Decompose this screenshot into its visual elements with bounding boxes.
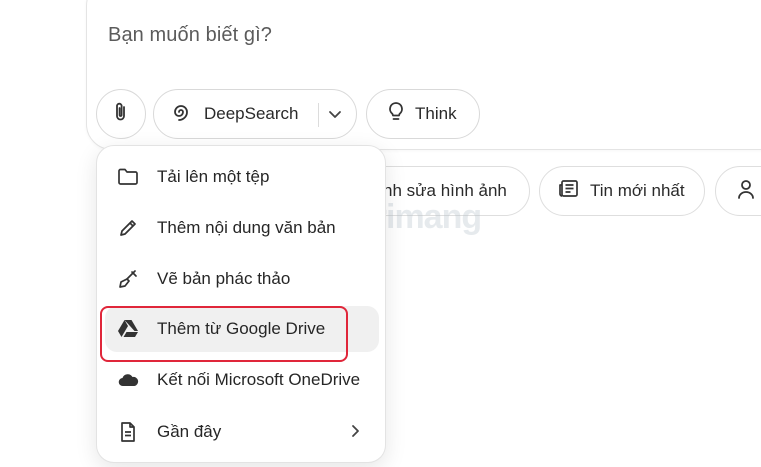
think-label: Think (415, 104, 457, 123)
onedrive-cloud-icon (117, 369, 139, 391)
suggestion-latest-news-label: Tin mới nhất (590, 181, 685, 200)
menu-item-google-drive[interactable]: Thêm từ Google Drive (105, 306, 379, 352)
deepsearch-divider (318, 103, 319, 127)
suggestion-edit-image-label: nh sửa hình ảnh (383, 181, 507, 200)
google-drive-icon (117, 318, 139, 340)
think-button[interactable]: Think (366, 89, 480, 139)
suggestion-latest-news[interactable]: Tin mới nhất (539, 166, 705, 216)
menu-item-label: Gần đây (157, 422, 222, 441)
person-icon (736, 178, 756, 205)
pencil-icon (117, 217, 139, 239)
attach-menu: Tải lên một tệp Thêm nội dung văn bản Vẽ… (96, 145, 386, 463)
menu-item-label: Thêm nội dung văn bản (157, 218, 336, 237)
deepsearch-label: DeepSearch (204, 104, 299, 123)
suggestion-person[interactable] (715, 166, 761, 216)
spiral-icon (170, 101, 192, 128)
paperclip-icon (111, 101, 131, 128)
newspaper-icon (558, 179, 580, 204)
menu-item-recent[interactable]: Gần đây (105, 409, 379, 455)
menu-item-upload-file[interactable]: Tải lên một tệp (105, 154, 379, 200)
menu-item-label: Tải lên một tệp (157, 167, 270, 186)
menu-item-onedrive[interactable]: Kết nối Microsoft OneDrive (105, 357, 379, 403)
chevron-down-icon[interactable] (328, 106, 342, 127)
document-icon (117, 421, 139, 443)
prompt-input-placeholder[interactable]: Bạn muốn biết gì? (108, 24, 272, 47)
lightbulb-icon (387, 101, 405, 128)
app-stage: Bạn muốn biết gì? DeepSearch Think nh sử… (0, 0, 761, 467)
menu-item-draw-sketch[interactable]: Vẽ bản phác thảo (105, 256, 379, 302)
deepsearch-button[interactable]: DeepSearch (153, 89, 357, 139)
paintbrush-icon (117, 268, 139, 290)
menu-item-label: Vẽ bản phác thảo (157, 269, 291, 288)
attach-button[interactable] (96, 89, 146, 139)
chevron-right-icon (349, 422, 361, 445)
menu-item-label: Thêm từ Google Drive (157, 319, 326, 338)
menu-item-label: Kết nối Microsoft OneDrive (157, 370, 361, 389)
menu-item-add-text[interactable]: Thêm nội dung văn bản (105, 205, 379, 251)
folder-icon (117, 166, 139, 188)
